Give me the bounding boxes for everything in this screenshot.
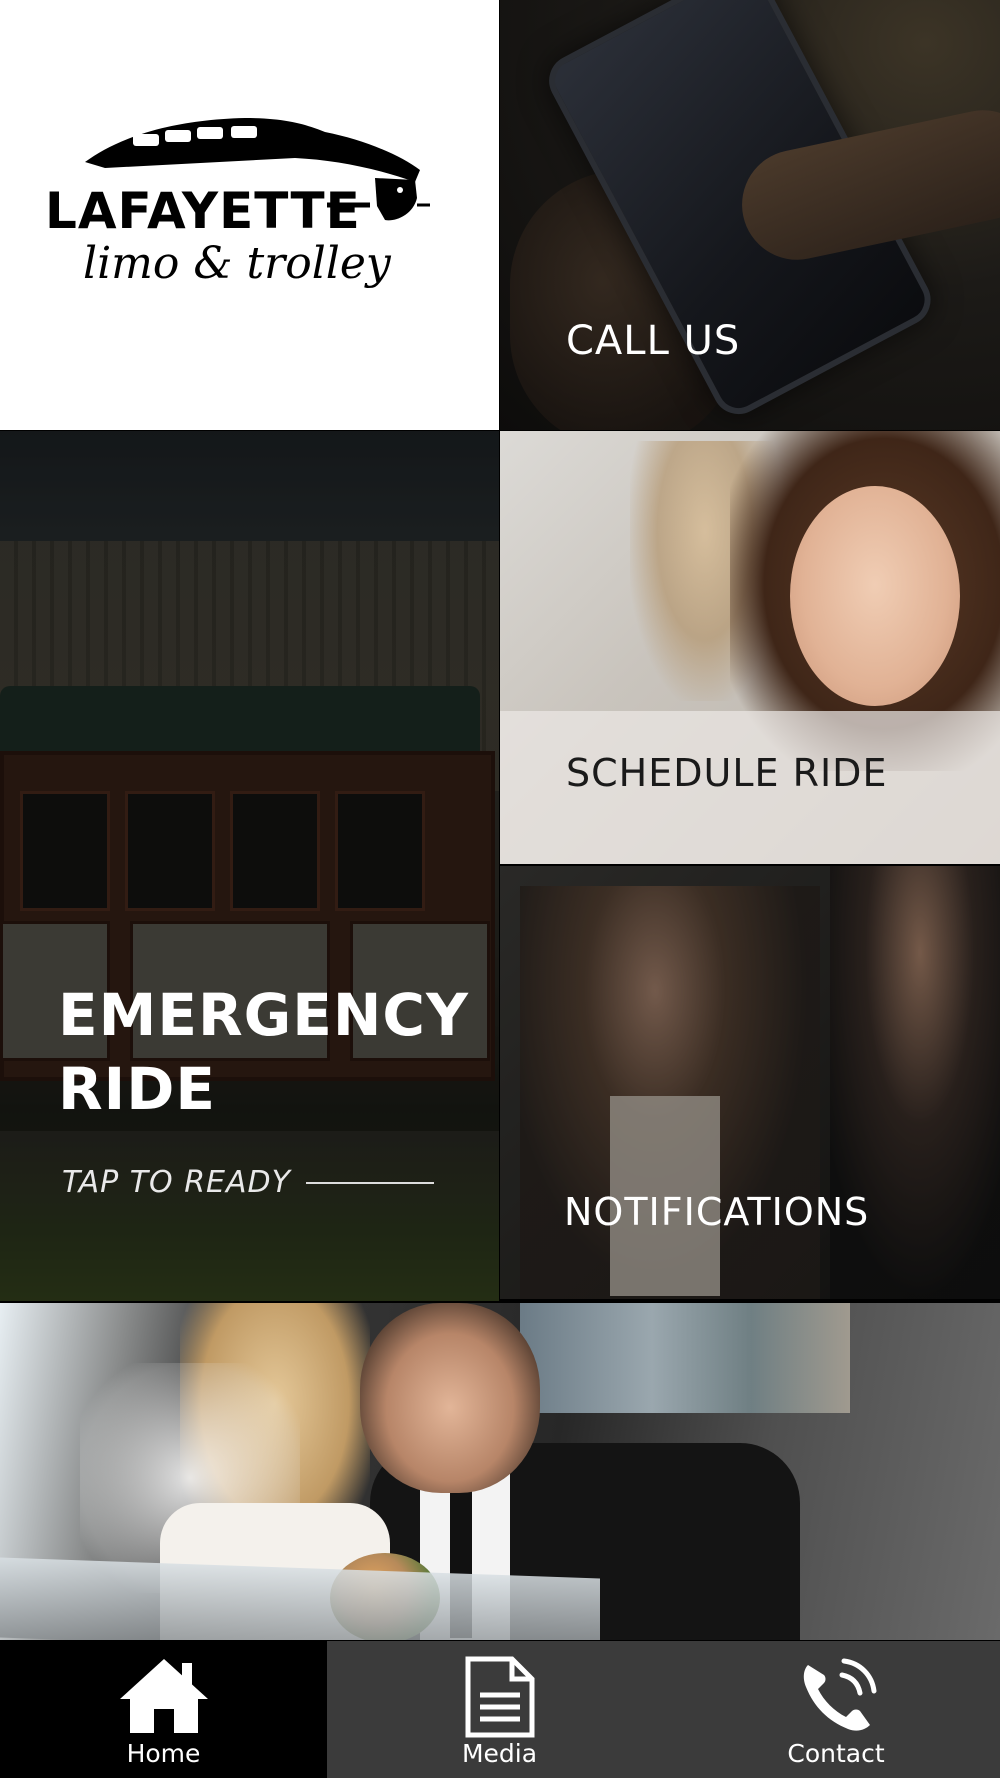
emergency-title-line2: RIDE [58,1055,217,1123]
tab-home[interactable]: Home [0,1641,327,1778]
emergency-ride-title: EMERGENCY RIDE [58,978,478,1126]
notifications-tile[interactable]: NOTIFICATIONS [500,866,1000,1299]
passengers-photo [500,866,1000,1299]
call-us-label: CALL US [566,318,741,364]
schedule-ride-tile[interactable]: SCHEDULE RIDE [500,431,1000,864]
document-icon [465,1656,534,1738]
home-icon [119,1659,208,1733]
tap-to-ready-label: TAP TO READY [62,1165,291,1200]
emergency-title-line1: EMERGENCY [58,981,469,1049]
tab-home-label: Home [126,1739,201,1768]
tab-media-label: Media [461,1739,538,1768]
emergency-ride-tile[interactable]: EMERGENCY RIDE TAP TO READY [0,431,499,1301]
logo-name: LAFAYETTE [45,182,361,240]
notifications-label: NOTIFICATIONS [564,1190,870,1234]
bottom-tab-bar: Home Media Contact [0,1641,1000,1778]
logo-tile: LAFAYETTE limo & trolley [0,0,499,430]
call-us-tile[interactable]: CALL US [500,0,1000,430]
smiling-women-photo [500,431,1000,864]
wedding-couple-banner [0,1303,1000,1640]
phone-photo [500,0,1000,430]
trolley-logo: LAFAYETTE limo & trolley [45,118,430,289]
schedule-ride-label: SCHEDULE RIDE [566,751,888,795]
logo-tagline: limo & trolley [83,238,392,289]
tab-media[interactable]: Media [327,1641,672,1778]
tab-contact[interactable]: Contact [672,1641,1000,1778]
tab-contact-label: Contact [787,1739,885,1768]
tap-to-ready-divider [306,1182,434,1184]
phone-icon [803,1658,877,1731]
